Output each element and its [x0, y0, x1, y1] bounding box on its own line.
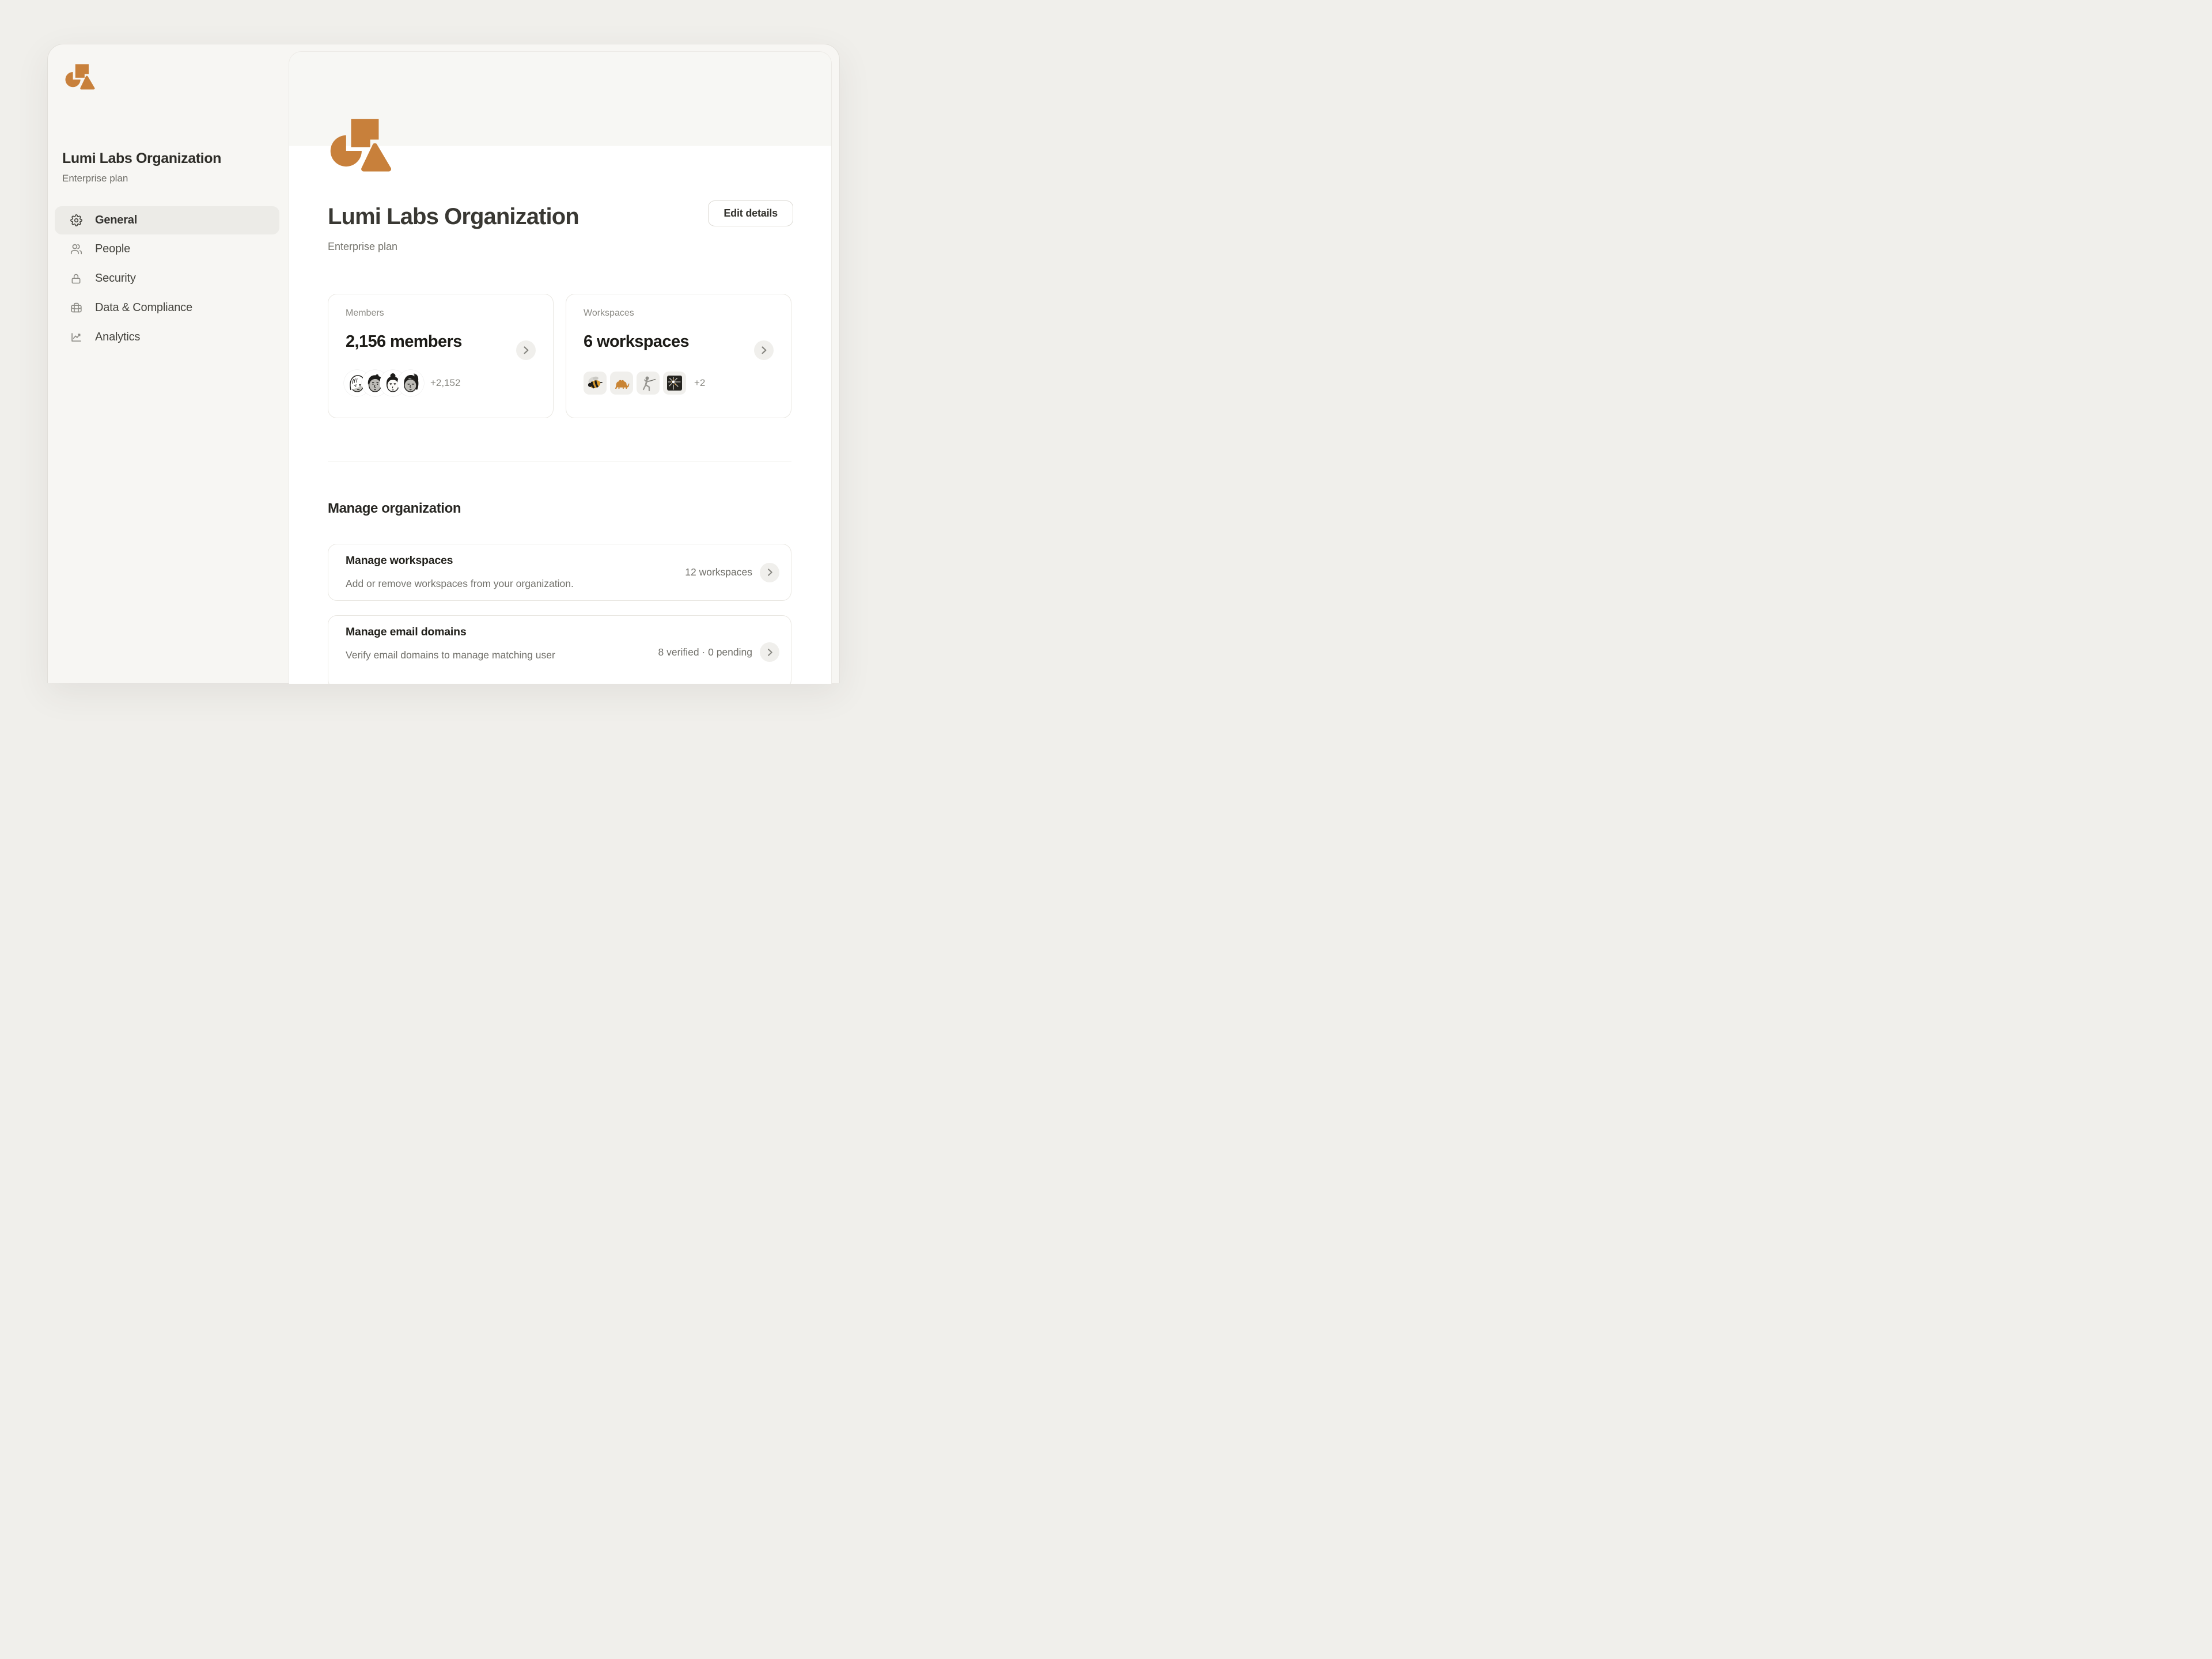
- workspaces-value: 6 workspaces: [584, 332, 689, 351]
- row-meta: 8 verified · 0 pending: [658, 646, 752, 658]
- main-content: Lumi Labs Organization Enterprise plan E…: [289, 51, 832, 684]
- page-title: Lumi Labs Organization: [328, 203, 731, 230]
- workspaces-card[interactable]: Workspaces 6 workspaces: [566, 294, 791, 418]
- manage-section-heading: Manage organization: [328, 501, 461, 517]
- sidebar-item-data-compliance[interactable]: Data & Compliance: [55, 293, 279, 323]
- manage-workspaces-row[interactable]: Manage workspaces Add or remove workspac…: [328, 544, 791, 601]
- sidebar-item-analytics[interactable]: Analytics: [55, 323, 279, 352]
- gear-icon: [70, 214, 82, 227]
- avatar: [399, 372, 422, 395]
- sidebar-item-label: General: [95, 214, 137, 227]
- members-label: Members: [346, 308, 536, 319]
- sidebar-item-label: People: [95, 243, 130, 256]
- manage-email-domains-chevron-button[interactable]: [760, 642, 779, 662]
- fencer-emoji-icon: [637, 372, 660, 395]
- sidebar-item-security[interactable]: Security: [55, 264, 279, 293]
- bee-emoji-icon: [584, 372, 607, 395]
- org-logo-large-icon: [330, 119, 392, 172]
- sidebar: Lumi Labs Organization Enterprise plan G…: [48, 44, 289, 683]
- sidebar-plan-label: Enterprise plan: [62, 173, 128, 184]
- chart-icon: [70, 331, 82, 344]
- workspace-icons: [584, 372, 686, 395]
- edit-details-button[interactable]: Edit details: [708, 200, 793, 226]
- sparkler-emoji-icon: [663, 372, 686, 395]
- sidebar-org-name: Lumi Labs Organization: [62, 150, 275, 167]
- workspaces-label: Workspaces: [584, 308, 774, 319]
- stats-row: Members 2,156 members: [328, 294, 791, 418]
- workspaces-overflow-count: +2: [694, 377, 705, 389]
- row-subtitle: Add or remove workspaces from your organ…: [346, 578, 574, 590]
- lock-icon: [70, 272, 82, 285]
- sidebar-item-label: Analytics: [95, 331, 140, 344]
- sidebar-nav: General People Security Data & Complianc…: [55, 206, 279, 352]
- members-card[interactable]: Members 2,156 members: [328, 294, 554, 418]
- workspaces-chevron-button[interactable]: [754, 340, 774, 360]
- row-subtitle: Verify email domains to manage matching …: [346, 649, 555, 661]
- briefcase-icon: [70, 302, 82, 315]
- sidebar-item-general[interactable]: General: [55, 206, 279, 234]
- row-meta: 12 workspaces: [685, 566, 752, 578]
- org-logo-icon: [65, 64, 95, 90]
- manage-workspaces-chevron-button[interactable]: [760, 563, 779, 582]
- manage-email-domains-row[interactable]: Manage email domains Verify email domain…: [328, 615, 791, 684]
- row-title: Manage email domains: [346, 626, 466, 639]
- camel-emoji-icon: [610, 372, 633, 395]
- sidebar-item-label: Security: [95, 272, 136, 285]
- plan-label: Enterprise plan: [328, 241, 397, 253]
- row-title: Manage workspaces: [346, 554, 453, 567]
- users-icon: [70, 243, 82, 256]
- members-chevron-button[interactable]: [516, 340, 536, 360]
- members-value: 2,156 members: [346, 332, 462, 351]
- sidebar-item-people[interactable]: People: [55, 234, 279, 264]
- sidebar-item-label: Data & Compliance: [95, 301, 192, 315]
- members-overflow-count: +2,152: [430, 377, 460, 389]
- member-avatars: [346, 372, 422, 395]
- app-window: Lumi Labs Organization Enterprise plan G…: [47, 44, 840, 683]
